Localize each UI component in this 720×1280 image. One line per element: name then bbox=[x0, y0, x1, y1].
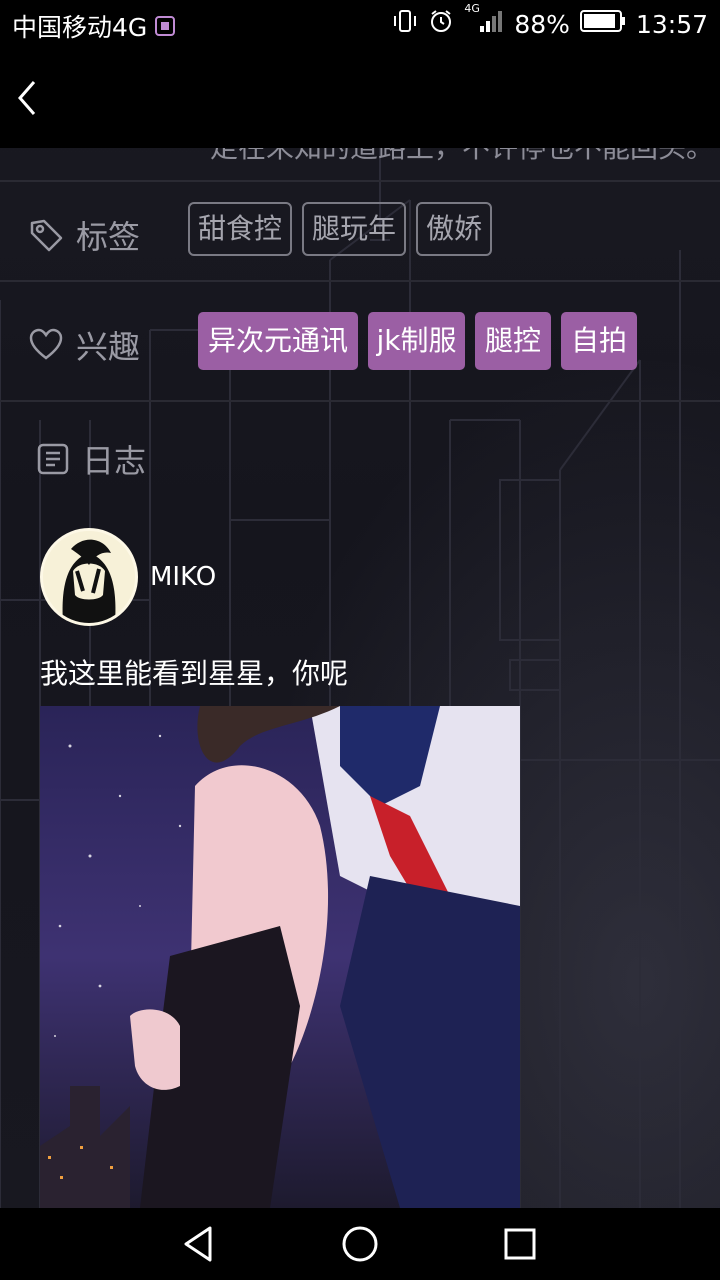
vibrate-icon bbox=[392, 8, 418, 40]
tags-label: 标签 bbox=[76, 218, 141, 256]
signature-text-clipped: 走在未知的道路上，不许停也不能回头。 bbox=[0, 148, 720, 182]
divider bbox=[0, 400, 720, 402]
status-bar: 中国移动4G 4G 88% 13:57 bbox=[0, 0, 720, 48]
clock: 13:57 bbox=[635, 9, 708, 39]
tag-icon bbox=[30, 219, 63, 252]
divider bbox=[0, 180, 720, 182]
nav-home-button[interactable] bbox=[338, 1222, 382, 1266]
battery-icon bbox=[579, 9, 626, 39]
back-button[interactable] bbox=[6, 70, 56, 126]
interest-chip[interactable]: 异次元通讯 bbox=[198, 312, 358, 370]
avatar-image bbox=[43, 531, 135, 623]
system-navigation-bar bbox=[0, 1208, 720, 1280]
tag-chip[interactable]: 甜食控 bbox=[188, 202, 292, 256]
gallery-notification-icon bbox=[155, 16, 176, 36]
tags-row-label: 标签 bbox=[28, 212, 140, 258]
document-icon bbox=[37, 443, 69, 475]
carrier-label: 中国移动4G bbox=[12, 13, 148, 42]
battery-percent: 88% bbox=[514, 9, 570, 39]
triangle-back-icon bbox=[184, 1226, 212, 1262]
divider bbox=[0, 280, 720, 282]
heart-icon bbox=[29, 328, 63, 360]
tag-chip[interactable]: 傲娇 bbox=[416, 202, 492, 256]
back-arrow-icon bbox=[18, 81, 36, 115]
signature-text: 走在未知的道路上，不许停也不能回头。 bbox=[210, 148, 714, 166]
post-image[interactable] bbox=[40, 706, 520, 1208]
network-type: 4G bbox=[464, 2, 480, 15]
interest-chip[interactable]: jk制服 bbox=[368, 312, 465, 370]
tag-chip[interactable]: 腿玩年 bbox=[302, 202, 406, 256]
post-text: 我这里能看到星星，你呢 bbox=[40, 657, 349, 690]
signal-icon: 4G bbox=[464, 2, 504, 40]
interests-row-label: 兴趣 bbox=[28, 322, 140, 368]
interests-label: 兴趣 bbox=[76, 328, 141, 366]
circle-home-icon bbox=[342, 1226, 378, 1262]
top-app-bar bbox=[0, 48, 720, 148]
interest-chip[interactable]: 自拍 bbox=[561, 312, 637, 370]
nav-back-button[interactable] bbox=[178, 1222, 222, 1266]
alarm-icon bbox=[428, 8, 454, 40]
nav-recent-apps-button[interactable] bbox=[498, 1222, 542, 1266]
square-recent-icon bbox=[504, 1228, 536, 1260]
interest-chip[interactable]: 腿控 bbox=[475, 312, 551, 370]
post-username[interactable]: MIKO bbox=[150, 562, 216, 592]
journal-label: 日志 bbox=[82, 442, 147, 480]
avatar[interactable] bbox=[40, 528, 138, 626]
journal-section-label: 日志 bbox=[36, 436, 146, 482]
